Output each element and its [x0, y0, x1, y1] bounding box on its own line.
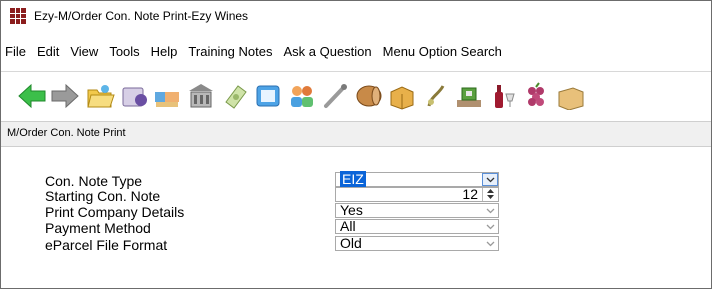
payment-method-value: All [340, 218, 356, 234]
menu-ask-a-question[interactable]: Ask a Question [276, 44, 375, 59]
menu-option-search[interactable]: Menu Option Search [376, 44, 506, 59]
grapes-icon[interactable] [520, 80, 552, 112]
crate-icon[interactable] [554, 80, 586, 112]
app-grid-icon [10, 8, 26, 24]
spinner-buttons[interactable] [482, 188, 498, 201]
barrel-icon[interactable] [353, 80, 385, 112]
handshake-icon[interactable] [151, 80, 183, 112]
menu-help[interactable]: Help [144, 44, 182, 59]
chevron-down-icon[interactable] [482, 237, 498, 250]
payment-method-select[interactable]: All [335, 218, 499, 234]
forward-arrow-icon[interactable] [49, 80, 81, 112]
starting-con-note-value: 12 [462, 186, 478, 202]
subheader-bar: M/Order Con. Note Print [1, 121, 711, 147]
menu-bar: File Edit View Tools Help Training Notes… [1, 41, 506, 61]
form-panel: Con. Note Type EIZ Starting Con. Note 12… [1, 147, 711, 287]
building-icon[interactable] [185, 80, 217, 112]
con-note-type-select[interactable]: EIZ [335, 171, 499, 187]
print-company-details-select[interactable]: Yes [335, 202, 499, 218]
menu-tools[interactable]: Tools [102, 44, 143, 59]
app-window: Ezy-M/Order Con. Note Print-Ezy Wines Fi… [0, 0, 712, 289]
print-company-details-value: Yes [340, 202, 363, 218]
print-company-details-label: Print Company Details [45, 204, 185, 220]
menu-view[interactable]: View [63, 44, 102, 59]
chevron-down-icon[interactable] [482, 173, 498, 186]
payment-method-label: Payment Method [45, 220, 151, 236]
menu-file[interactable]: File [1, 44, 30, 59]
chevron-down-icon[interactable] [482, 220, 498, 233]
spin-down-icon[interactable] [483, 194, 498, 200]
menu-edit[interactable]: Edit [30, 44, 63, 59]
banknote-icon[interactable] [219, 80, 251, 112]
starting-con-note-label: Starting Con. Note [45, 188, 161, 204]
customers-icon[interactable] [118, 80, 150, 112]
chevron-down-icon[interactable] [482, 204, 498, 217]
tools-icon[interactable] [319, 80, 351, 112]
screen-icon[interactable] [252, 80, 284, 112]
back-arrow-icon[interactable] [16, 80, 48, 112]
eparcel-file-format-label: eParcel File Format [45, 237, 168, 253]
people-icon[interactable] [286, 80, 318, 112]
eparcel-file-format-select[interactable]: Old [335, 235, 499, 251]
starting-con-note-spinner[interactable]: 12 [335, 186, 499, 202]
window-title: Ezy-M/Order Con. Note Print-Ezy Wines [34, 9, 249, 23]
title-bar: Ezy-M/Order Con. Note Print-Ezy Wines [1, 1, 711, 31]
con-note-type-value: EIZ [340, 171, 366, 187]
eparcel-file-format-value: Old [340, 235, 362, 251]
menu-training-notes[interactable]: Training Notes [181, 44, 276, 59]
subheader-title: M/Order Con. Note Print [7, 127, 126, 139]
vine-icon[interactable] [420, 80, 452, 112]
con-note-type-label: Con. Note Type [45, 173, 143, 189]
wine-bottle-icon[interactable] [487, 80, 519, 112]
toolbar [1, 71, 711, 120]
folder-icon[interactable] [84, 80, 116, 112]
package-icon[interactable] [386, 80, 418, 112]
stock-icon[interactable] [453, 80, 485, 112]
